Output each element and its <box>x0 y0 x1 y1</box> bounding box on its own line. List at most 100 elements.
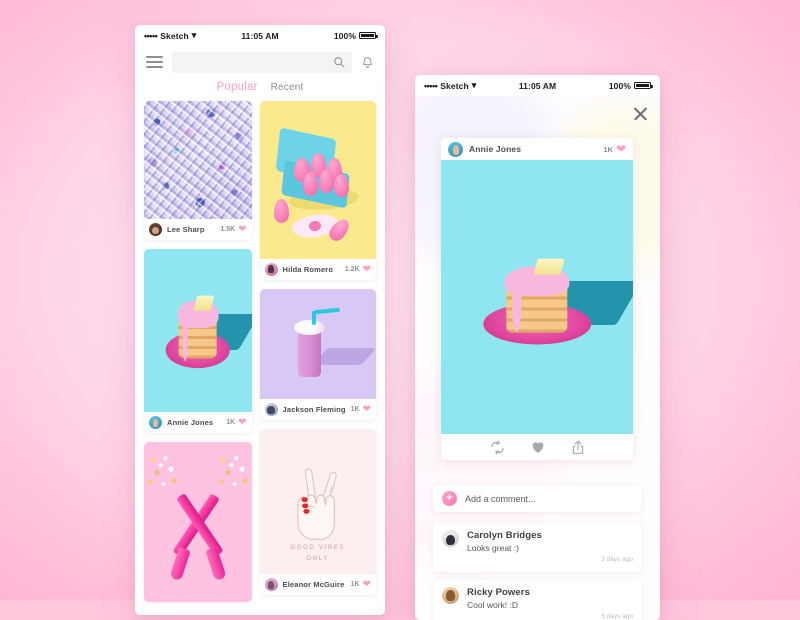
wifi-icon: ▾ <box>191 30 197 40</box>
detail-post-image[interactable] <box>441 160 633 434</box>
whipped-cream <box>294 319 325 336</box>
nail-polish-icon <box>301 496 310 514</box>
heart-icon[interactable]: ❤ <box>363 579 371 590</box>
card-author-name: Annie Jones <box>167 418 214 427</box>
heart-icon[interactable] <box>530 439 546 455</box>
feed-card-guns[interactable] <box>144 442 252 602</box>
like-group[interactable]: 1K ❤ <box>226 417 246 428</box>
heart-icon[interactable]: ❤ <box>238 417 246 428</box>
comment-item[interactable]: Carolyn Bridges Looks great :) 3 days ag… <box>433 523 642 572</box>
glitter-artwork <box>144 101 252 219</box>
phone-list-screen: ••••• Sketch ▾ 11:05 AM 100% Popular Rec… <box>135 25 385 615</box>
avatar[interactable] <box>149 416 162 429</box>
card-author-name: Jackson Fleming <box>282 405 346 414</box>
feed-grid: Lee Sharp 1.5K ❤ Annie Jones 1K ❤ Hilda … <box>135 101 385 602</box>
heart-icon[interactable]: ❤ <box>616 143 626 155</box>
status-bar-right: 100% <box>608 80 653 91</box>
repost-icon[interactable] <box>490 440 505 455</box>
feed-card-peace[interactable]: GOOD VIBES ONLY Eleanor McGuire 1K ❤ <box>259 429 376 595</box>
phone-detail-screen: ••••• Sketch ▾ 11:05 AM 100% Annie Jones… <box>415 75 660 620</box>
guns-artwork <box>144 442 252 602</box>
egg <box>318 168 335 193</box>
peace-hand-icon <box>297 469 337 541</box>
card-author-name: Hilda Romero <box>282 265 334 274</box>
like-group[interactable]: 1.5K ❤ <box>220 224 246 235</box>
battery-percent-label: 100% <box>608 80 631 91</box>
comment-body: Ricky Powers Cool work! :D 5 days ago <box>467 587 633 620</box>
feed-column-right: Hilda Romero 1.2K ❤ Jackson Fleming 1K ❤… <box>259 101 376 595</box>
heart-icon[interactable]: ❤ <box>238 224 246 235</box>
detail-action-bar <box>441 434 633 460</box>
comment-text: Cool work! :D <box>467 600 519 610</box>
gun-grip-right <box>204 546 227 581</box>
comment-body: Carolyn Bridges Looks great :) 3 days ag… <box>467 530 633 563</box>
card-author-name: Lee Sharp <box>167 225 205 234</box>
comment-text: Looks great :) <box>467 543 519 553</box>
carrier-label: Sketch <box>440 80 469 91</box>
avatar[interactable] <box>264 578 278 591</box>
wifi-icon: ▾ <box>471 80 477 90</box>
feed-tabs: Popular Recent <box>135 78 385 101</box>
battery-percent-label: 100% <box>333 30 356 41</box>
card-image-peace[interactable]: GOOD VIBES ONLY <box>259 429 376 574</box>
status-bar-detail: ••••• Sketch ▾ 11:05 AM 100% <box>415 75 660 96</box>
comment-author: Ricky Powers <box>467 587 530 598</box>
avatar[interactable] <box>149 223 162 236</box>
card-image-pancakes[interactable] <box>144 249 252 412</box>
card-image-guns[interactable] <box>144 442 252 602</box>
close-icon[interactable] <box>632 104 649 121</box>
page-background-vignette <box>0 0 800 600</box>
bell-icon[interactable] <box>361 55 374 69</box>
search-bar[interactable] <box>172 51 352 73</box>
pancake-artwork-large <box>441 160 633 434</box>
like-group[interactable]: 1K ❤ <box>350 404 371 415</box>
card-image-eggs[interactable] <box>259 101 376 259</box>
avatar[interactable] <box>264 263 278 276</box>
hamburger-menu-icon[interactable] <box>146 56 163 68</box>
feed-card-eggs[interactable]: Hilda Romero 1.2K ❤ <box>259 101 376 280</box>
like-group[interactable]: 1K ❤ <box>603 143 626 155</box>
share-icon[interactable] <box>571 440 585 455</box>
pancake-artwork <box>144 249 252 412</box>
comment-timestamp: 3 days ago <box>601 556 633 563</box>
like-group[interactable]: 1K ❤ <box>351 579 371 590</box>
heart-icon[interactable]: ❤ <box>363 404 371 415</box>
detail-author-name: Annie Jones <box>469 144 522 154</box>
like-count: 1.5K <box>220 226 236 233</box>
eggs-artwork <box>260 101 376 259</box>
status-bar-list: ••••• Sketch ▾ 11:05 AM 100% <box>135 25 385 46</box>
detail-post-card: Annie Jones 1K ❤ <box>441 138 633 460</box>
heart-icon[interactable]: ❤ <box>363 264 371 275</box>
tab-popular[interactable]: Popular <box>217 81 258 93</box>
plus-icon[interactable]: + <box>442 491 457 506</box>
milkshake-cup <box>297 328 322 377</box>
battery-icon <box>359 31 378 40</box>
feed-card-milkshake[interactable]: Jackson Fleming 1K ❤ <box>259 289 376 420</box>
feed-card-pancakes[interactable]: Annie Jones 1K ❤ <box>144 249 252 433</box>
avatar[interactable] <box>442 530 459 547</box>
detail-body: Annie Jones 1K ❤ + Add a comment... Caro… <box>415 96 660 620</box>
peace-artwork: GOOD VIBES ONLY <box>260 429 376 574</box>
detail-post-header: Annie Jones 1K ❤ <box>441 138 633 160</box>
like-count: 1K <box>350 406 360 413</box>
search-icon[interactable] <box>333 56 345 68</box>
card-image-glitter[interactable] <box>144 101 252 219</box>
tab-recent[interactable]: Recent <box>271 82 304 93</box>
comment-item[interactable]: Ricky Powers Cool work! :D 5 days ago <box>433 580 642 620</box>
like-group[interactable]: 1.2K ❤ <box>345 264 371 275</box>
card-footer: Eleanor McGuire 1K ❤ <box>260 574 376 595</box>
feed-card-glitter[interactable]: Lee Sharp 1.5K ❤ <box>144 101 252 240</box>
avatar[interactable] <box>448 141 463 157</box>
search-input[interactable] <box>179 57 333 67</box>
card-footer: Hilda Romero 1.2K ❤ <box>260 259 376 280</box>
caption-line-2: ONLY <box>306 555 330 562</box>
card-image-milkshake[interactable] <box>259 289 376 399</box>
feed-column-left: Lee Sharp 1.5K ❤ Annie Jones 1K ❤ <box>144 101 252 602</box>
like-count: 1K <box>603 144 613 154</box>
avatar[interactable] <box>264 403 278 416</box>
signal-dots-icon: ••••• <box>424 80 438 91</box>
add-comment-field[interactable]: + Add a comment... <box>433 485 642 512</box>
status-bar-right: 100% <box>333 30 378 41</box>
comment-timestamp: 5 days ago <box>601 613 633 620</box>
avatar[interactable] <box>442 587 459 604</box>
